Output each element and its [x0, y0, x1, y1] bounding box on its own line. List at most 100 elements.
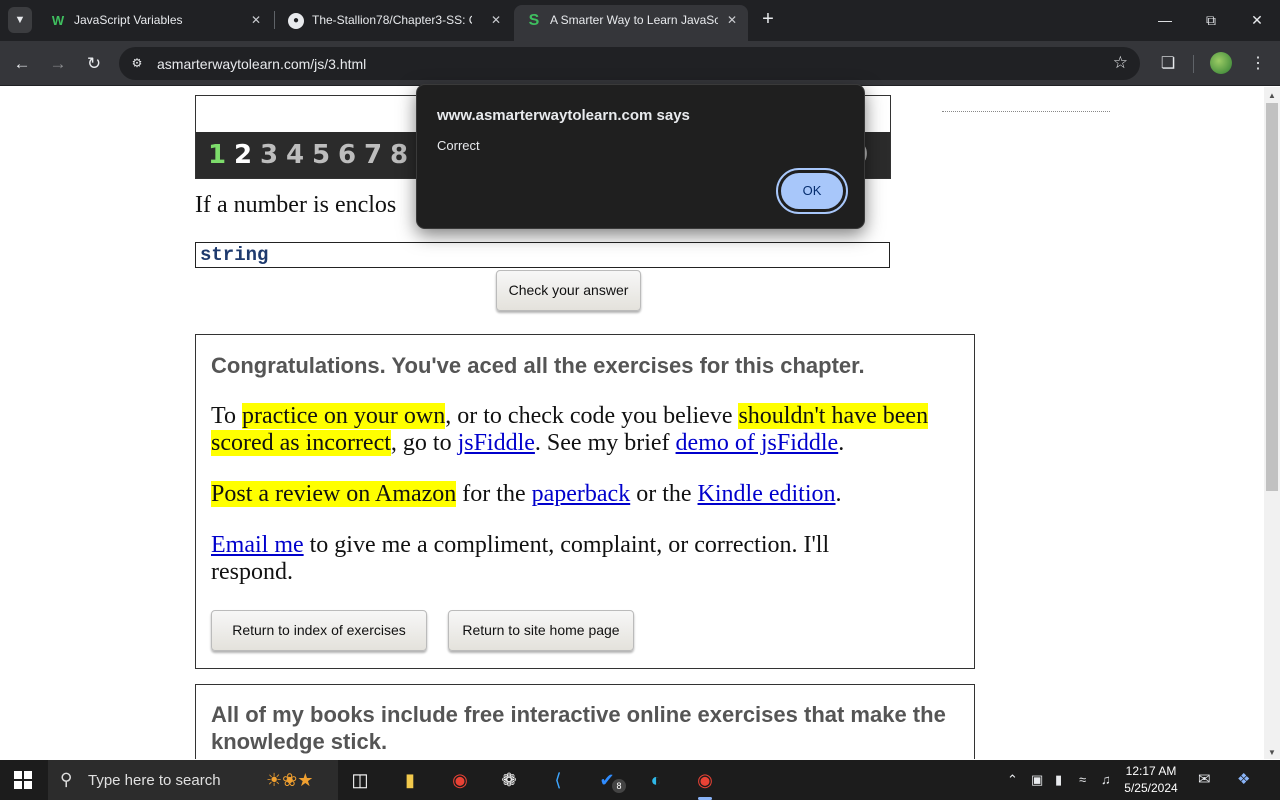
return-index-button[interactable]: Return to index of exercises — [211, 610, 427, 651]
text: To — [211, 403, 242, 429]
more-menu-icon[interactable]: ⋮ — [1247, 53, 1269, 75]
text: , or to check code you believe — [445, 403, 739, 429]
page-scrollbar[interactable]: ▲ ▼ — [1264, 87, 1280, 759]
tab-search-button[interactable]: ▼ — [8, 7, 32, 33]
reload-icon[interactable]: ↻ — [83, 53, 105, 75]
search-icon: ⚲ — [60, 770, 73, 789]
chrome-active-icon[interactable]: ◉ — [691, 766, 719, 800]
text: . — [835, 481, 842, 507]
tab-strip: ▼ W JavaScript Variables ✕ ● The-Stallio… — [0, 0, 1280, 41]
meet-now-icon[interactable]: ▣ — [1031, 770, 1043, 790]
copilot-icon[interactable]: ❖ — [1237, 770, 1250, 790]
dialog-title: www.asmarterwaytolearn.com says — [437, 107, 690, 124]
chatgpt-icon[interactable]: ❁ — [495, 766, 523, 794]
check-answer-button[interactable]: Check your answer — [496, 270, 641, 311]
text: . See my brief — [534, 430, 676, 456]
tab-title: JavaScript Variables — [74, 13, 183, 27]
browser-toolbar: ← → ↻ ⚙ asmarterwaytolearn.com/js/3.html… — [0, 41, 1280, 86]
close-window-button[interactable]: ✕ — [1234, 0, 1280, 40]
restore-button[interactable]: ⧉ — [1188, 0, 1234, 40]
volume-icon[interactable]: ♫ — [1101, 770, 1111, 790]
forward-arrow-icon[interactable]: → — [47, 53, 69, 75]
alert-dialog: www.asmarterwaytolearn.com says Correct … — [416, 84, 865, 229]
question-text: If a number is enclos — [195, 192, 397, 218]
wifi-icon[interactable]: ≈ — [1079, 770, 1086, 790]
close-icon[interactable]: ✕ — [724, 12, 740, 28]
chrome-icon[interactable]: ◉ — [446, 766, 474, 794]
tab-title: The-Stallion78/Chapter3-SS: Ch — [312, 13, 472, 27]
toolbar-divider — [1193, 55, 1194, 73]
exercise-number-link[interactable]: 7 — [364, 140, 382, 170]
answer-input[interactable]: string — [195, 242, 890, 268]
exercise-number-link[interactable]: 8 — [390, 140, 408, 170]
jsfiddle-demo-link[interactable]: demo of jsFiddle — [676, 430, 839, 456]
close-icon[interactable]: ✕ — [248, 12, 264, 28]
search-highlight-illustration-icon: ☀❀★ — [266, 770, 314, 790]
extensions-puzzle-icon[interactable]: ❏ — [1157, 53, 1179, 75]
congrats-panel: Congratulations. You've aced all the exe… — [195, 334, 975, 669]
exercise-number-link[interactable]: 6 — [338, 140, 356, 170]
vscode-icon[interactable]: ⟨ — [544, 766, 572, 794]
back-arrow-icon[interactable]: ← — [11, 53, 33, 75]
exercise-number-link[interactable]: 5 — [312, 140, 330, 170]
congrats-heading: Congratulations. You've aced all the exe… — [211, 353, 865, 378]
battery-icon[interactable]: ▮ — [1055, 770, 1062, 790]
books-panel: All of my books include free interactive… — [195, 684, 975, 759]
taskbar-clock[interactable]: 12:17 AM 5/25/2024 — [1120, 763, 1182, 797]
exercise-number-link[interactable]: 1 — [208, 140, 226, 170]
text: , go to — [390, 430, 458, 456]
paperback-link[interactable]: paperback — [532, 481, 631, 507]
file-explorer-icon[interactable]: ▮ — [396, 766, 424, 794]
address-bar[interactable]: ⚙ asmarterwaytolearn.com/js/3.html ☆ — [119, 47, 1140, 80]
text: for the — [456, 481, 532, 507]
s-logo-icon: S — [528, 12, 540, 29]
notification-icon[interactable]: ✉ — [1198, 770, 1211, 790]
tray-chevron-icon[interactable]: ⌃ — [1007, 770, 1018, 790]
windows-taskbar: ⚲ Type here to search ☀❀★ ◫ ▮ ◉ ❁ ⟨ ✔ ◐ … — [0, 760, 1280, 800]
github-icon: ● — [288, 13, 304, 29]
review-paragraph: Post a review on Amazon for the paperbac… — [211, 481, 961, 508]
tab-smarter-way-javascript[interactable]: S A Smarter Way to Learn JavaScr ✕ — [514, 5, 748, 41]
bookmark-star-icon[interactable]: ☆ — [1113, 54, 1128, 72]
tab-separator — [274, 11, 275, 29]
scroll-up-icon[interactable]: ▲ — [1268, 91, 1276, 100]
w-logo-icon: W — [51, 13, 65, 28]
windows-start-icon[interactable] — [14, 771, 32, 789]
scrollbar-thumb[interactable] — [1266, 103, 1278, 491]
dotted-rule — [942, 111, 1110, 112]
clock-date: 5/25/2024 — [1124, 781, 1178, 795]
text: or the — [630, 481, 698, 507]
text: . — [838, 430, 845, 456]
practice-paragraph: To practice on your own, or to check cod… — [211, 403, 961, 457]
dialog-ok-button[interactable]: OK — [776, 168, 848, 214]
books-heading: All of my books include free interactive… — [211, 702, 946, 754]
edge-icon[interactable]: ◐ — [642, 766, 670, 794]
new-tab-button[interactable]: + — [758, 8, 778, 32]
tab-javascript-variables[interactable]: W JavaScript Variables ✕ — [38, 5, 272, 36]
text: to give me a compliment, complaint, or c… — [211, 532, 830, 585]
site-settings-icon[interactable]: ⚙ — [129, 55, 145, 71]
task-view-icon[interactable]: ◫ — [346, 766, 374, 794]
kindle-edition-link[interactable]: Kindle edition — [698, 481, 836, 507]
tab-title: A Smarter Way to Learn JavaScr — [550, 13, 718, 27]
exercise-number-link[interactable]: 2 — [234, 140, 252, 170]
profile-avatar[interactable] — [1210, 52, 1232, 74]
notification-badge: 8 — [612, 779, 626, 793]
highlight-text: practice on your own — [241, 403, 446, 429]
email-paragraph: Email me to give me a compliment, compla… — [211, 532, 911, 586]
taskbar-search-box[interactable]: ⚲ Type here to search ☀❀★ — [48, 760, 338, 800]
clock-time: 12:17 AM — [1125, 764, 1177, 778]
url-text[interactable]: asmarterwaytolearn.com/js/3.html — [157, 56, 366, 72]
tab-github-chapter3[interactable]: ● The-Stallion78/Chapter3-SS: Ch ✕ — [276, 5, 512, 36]
search-placeholder: Type here to search — [88, 772, 221, 789]
exercise-number-link[interactable]: 3 — [260, 140, 278, 170]
scroll-down-icon[interactable]: ▼ — [1268, 748, 1276, 757]
close-icon[interactable]: ✕ — [488, 12, 504, 28]
dialog-message: Correct — [437, 138, 480, 153]
jsfiddle-link[interactable]: jsFiddle — [458, 430, 535, 456]
highlight-text: Post a review on Amazon — [211, 481, 457, 507]
return-home-button[interactable]: Return to site home page — [448, 610, 634, 651]
exercise-number-link[interactable]: 4 — [286, 140, 304, 170]
minimize-button[interactable]: — — [1142, 0, 1188, 40]
email-me-link[interactable]: Email me — [211, 532, 304, 558]
